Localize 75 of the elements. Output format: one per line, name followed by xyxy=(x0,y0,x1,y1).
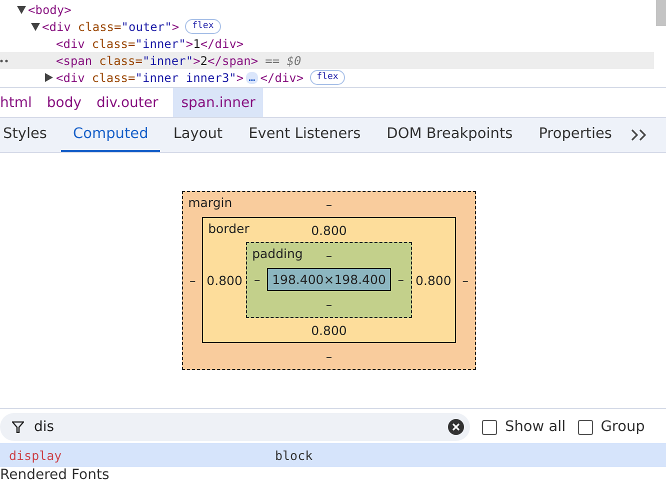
code-token: <div xyxy=(56,70,85,84)
code-token: 2 xyxy=(200,54,208,68)
padding-value: – xyxy=(252,272,262,287)
code-token: > xyxy=(186,36,194,50)
code-token: <div xyxy=(56,36,85,50)
checkbox[interactable] xyxy=(482,420,497,434)
code-token: > xyxy=(172,20,180,34)
more-tabs-chevron-icon[interactable] xyxy=(630,129,647,141)
tab[interactable]: DOM Breakpoints xyxy=(386,118,526,152)
code-token: class= xyxy=(78,20,122,34)
scrollbar[interactable] xyxy=(656,0,666,26)
code-token: 1 xyxy=(193,36,200,50)
property-name: display xyxy=(8,448,63,462)
tree-row[interactable]: <div class="inner">1</div> xyxy=(0,35,654,52)
code-token: class= xyxy=(99,54,142,68)
tab[interactable]: Styles xyxy=(2,118,60,152)
padding-value: – xyxy=(396,272,406,287)
box-label: border xyxy=(208,221,250,236)
property-value: block xyxy=(275,448,313,462)
filter-field[interactable]: dis xyxy=(0,413,470,441)
breadcrumb[interactable]: body xyxy=(46,88,89,117)
code-token: "inner" xyxy=(142,54,194,68)
margin-value: – xyxy=(188,272,197,288)
margin-value: – xyxy=(461,272,470,288)
margin-value: – xyxy=(326,197,332,212)
padding-value: – xyxy=(326,248,332,263)
code-token: </div> xyxy=(200,36,244,50)
flex-badge[interactable]: flex xyxy=(185,19,221,34)
content-box: 198.400×198.400 xyxy=(267,268,391,291)
expanded-triangle-icon[interactable] xyxy=(16,6,26,14)
filter-input[interactable]: dis xyxy=(34,419,438,435)
border-value: 0.800 xyxy=(311,222,347,238)
border-value: 0.800 xyxy=(414,272,452,288)
box-label: margin xyxy=(188,195,232,210)
filter-icon[interactable] xyxy=(12,421,24,433)
tree-row[interactable]: <div class="inner inner3"> … </div> flex xyxy=(0,69,654,86)
code-token: <span xyxy=(56,54,92,68)
code-token: class= xyxy=(92,36,136,50)
margin-value: – xyxy=(326,348,332,364)
code-token: class= xyxy=(92,70,136,84)
section-heading: Rendered Fonts xyxy=(0,467,110,484)
tree-row[interactable]: <div class="outer"> flex xyxy=(0,18,654,35)
expanded-triangle-icon[interactable] xyxy=(30,22,40,30)
selection-note: == $0 xyxy=(265,54,302,68)
collapsed-triangle-icon[interactable] xyxy=(45,73,53,82)
border-value: 0.800 xyxy=(206,272,244,288)
code-token: "outer" xyxy=(121,20,172,34)
code-token: </span> xyxy=(208,54,258,68)
code-token: "inner" xyxy=(135,36,186,50)
checkbox-label[interactable]: Show all xyxy=(505,419,566,435)
border-value: 0.800 xyxy=(311,322,347,338)
checkbox-label[interactable]: Group xyxy=(600,419,645,435)
tab[interactable]: Computed xyxy=(60,118,160,152)
selected-row[interactable]: <span class="inner">2</span> == $0 xyxy=(0,52,654,69)
tree-row[interactable]: <body> xyxy=(0,1,654,18)
code-token: > xyxy=(236,70,244,84)
code-token: <body> xyxy=(28,2,72,16)
checkbox[interactable] xyxy=(578,420,593,434)
expand-ellipsis-button[interactable]: … xyxy=(246,72,258,84)
tab[interactable]: Layout xyxy=(172,118,236,152)
breadcrumb[interactable]: div.outer xyxy=(96,88,166,117)
tab[interactable]: Properties xyxy=(538,118,625,152)
clear-icon[interactable] xyxy=(448,419,464,435)
code-token: <div xyxy=(42,20,71,34)
breadcrumb[interactable]: html xyxy=(0,88,39,117)
property-row[interactable]: display block xyxy=(0,443,666,467)
breadcrumb[interactable]: span.inner xyxy=(173,88,264,117)
padding-value: – xyxy=(326,296,332,312)
dots-icon[interactable] xyxy=(0,58,8,62)
code-token: </div> xyxy=(260,70,304,84)
box-label: padding xyxy=(252,246,303,261)
flex-badge[interactable]: flex xyxy=(310,70,346,85)
code-token: "inner inner3" xyxy=(135,70,236,84)
code-token: > xyxy=(193,54,200,68)
tab[interactable]: Event Listeners xyxy=(248,118,374,152)
